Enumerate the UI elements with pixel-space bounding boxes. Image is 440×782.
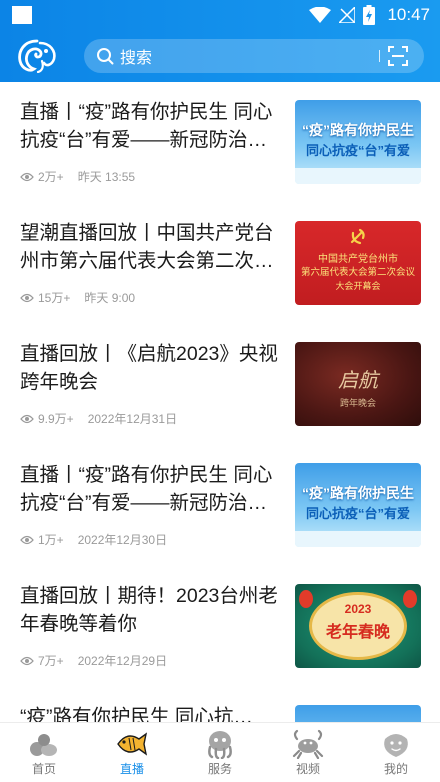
clock: 10:47 — [387, 5, 430, 24]
list-item[interactable]: 直播丨“疫”路有你护民生 同心抗疫“台”有爱——新冠防治融… 1万+ 2022年… — [0, 445, 440, 566]
article-meta: 15万+ 昨天 9:00 — [20, 289, 135, 306]
article-meta: 1万+ 2022年12月30日 — [20, 531, 167, 548]
eye-icon — [20, 656, 34, 665]
view-count: 9.9万+ — [38, 412, 74, 426]
article-thumbnail[interactable]: 2023 老年春晚 — [295, 584, 421, 668]
article-thumbnail[interactable]: 中国共产党台州市 第六届代表大会第二次会议 大会开幕会 — [295, 221, 421, 305]
list-item[interactable]: 直播回放丨《启航2023》央视跨年晚会 9.9万+ 2022年12月31日 启航… — [0, 324, 440, 445]
thumbnail-caption: 中国共产党台州市 — [318, 254, 398, 265]
thumbnail-caption: 2023 — [344, 602, 372, 616]
thumbnail-caption: 第六届代表大会第二次会议 — [300, 267, 415, 278]
scan-icon[interactable] — [388, 46, 408, 66]
thumbnail-caption: 同心抗疫“台”有爱 — [305, 506, 410, 521]
publish-time: 昨天 9:00 — [84, 291, 136, 305]
article-thumbnail[interactable]: 启航 跨年晚会 — [295, 342, 421, 426]
tab-service[interactable]: 服务 — [176, 723, 264, 782]
thumbnail-caption: “疫”路有你护民生 — [302, 122, 414, 138]
view-count: 1万+ — [38, 533, 64, 547]
thumbnail-caption: 启航 — [338, 368, 378, 392]
status-icons: 10:47 — [309, 4, 430, 26]
eye-icon — [20, 535, 34, 544]
tab-home[interactable]: 首页 — [0, 723, 88, 782]
thumbnail-caption: 跨年晚会 — [339, 398, 376, 408]
profile-shell-icon — [384, 734, 408, 757]
article-title: 直播回放丨《启航2023》央视跨年晚会 — [20, 343, 278, 393]
tab-profile[interactable]: 我的 — [352, 723, 440, 782]
battery-charging-icon — [363, 5, 376, 25]
thumbnail-caption: 老年春晚 — [325, 624, 390, 641]
search-bar[interactable]: 搜索 — [84, 39, 424, 73]
eye-icon — [20, 414, 34, 423]
search-divider — [379, 50, 380, 62]
bottom-tab-bar: 首页 直播 服务 视频 我的 — [0, 722, 440, 782]
publish-time: 2022年12月29日 — [77, 654, 168, 668]
list-item[interactable]: 直播回放丨期待！2023台州老年春晚等着你 7万+ 2022年12月29日 20… — [0, 566, 440, 687]
thumbnail-caption: “疫”路有你护民生 — [302, 485, 414, 501]
status-bar: 10:47 — [0, 0, 440, 30]
tab-label: 我的 — [383, 762, 408, 776]
search-icon — [97, 48, 114, 65]
list-item[interactable]: “疫”路有你护民生 同心抗… — [0, 687, 440, 722]
tab-label: 直播 — [119, 762, 144, 776]
list-item[interactable]: 望潮直播回放丨中国共产党台州市第六届代表大会第二次… 15万+ 昨天 9:00 … — [0, 203, 440, 324]
list-item[interactable]: 直播丨“疫”路有你护民生 同心抗疫“台”有爱——新冠防治融… 2万+ 昨天 13… — [0, 82, 440, 203]
article-title: 直播回放丨期待！2023台州老年春晚等着你 — [20, 585, 278, 635]
thumbnail-caption: 同心抗疫“台”有爱 — [305, 143, 410, 158]
view-count: 15万+ — [38, 291, 71, 305]
article-title: 直播丨“疫”路有你护民生 同心抗疫“台”有爱——新冠防治融… — [20, 464, 273, 514]
party-emblem-icon — [350, 228, 365, 245]
article-meta: 2万+ 昨天 13:55 — [20, 168, 135, 185]
wifi-icon — [309, 7, 332, 23]
thumbnail-decoration — [295, 168, 421, 184]
article-title: 望潮直播回放丨中国共产党台州市第六届代表大会第二次… — [20, 222, 274, 272]
publish-time: 2022年12月31日 — [87, 412, 178, 426]
eye-icon — [20, 172, 34, 181]
article-list: 直播丨“疫”路有你护民生 同心抗疫“台”有爱——新冠防治融… 2万+ 昨天 13… — [0, 82, 440, 722]
article-thumbnail[interactable]: “疫”路有你护民生 同心抗疫“台”有爱 — [295, 100, 421, 184]
article-meta: 7万+ 2022年12月29日 — [20, 652, 167, 669]
article-title: 直播丨“疫”路有你护民生 同心抗疫“台”有爱——新冠防治融… — [20, 101, 273, 151]
service-octopus-icon — [208, 731, 232, 759]
publish-time: 昨天 13:55 — [77, 170, 136, 184]
article-title: “疫”路有你护民生 同心抗… — [20, 706, 253, 722]
search-placeholder: 搜索 — [120, 50, 153, 67]
thumbnail-caption: 大会开幕会 — [335, 281, 381, 291]
no-signal-icon — [339, 7, 356, 23]
article-thumbnail[interactable]: “疫”路有你护民生 同心抗疫“台”有爱 — [295, 463, 421, 547]
tab-label: 首页 — [31, 762, 56, 776]
tab-label: 服务 — [207, 762, 232, 776]
app-header: 10:47 搜索 — [0, 0, 440, 82]
tab-live[interactable]: 直播 — [88, 723, 176, 782]
tab-video[interactable]: 视频 — [264, 723, 352, 782]
view-count: 2万+ — [38, 170, 64, 184]
tab-label: 视频 — [295, 762, 320, 776]
view-count: 7万+ — [38, 654, 64, 668]
publish-time: 2022年12月30日 — [77, 533, 168, 547]
article-meta: 9.9万+ 2022年12月31日 — [20, 410, 177, 427]
video-crab-icon — [292, 729, 324, 759]
live-fish-icon — [117, 732, 148, 756]
thumbnail-decoration — [295, 531, 421, 547]
article-thumbnail[interactable] — [295, 705, 421, 722]
notification-icon — [12, 6, 32, 24]
home-icon — [30, 734, 57, 756]
eye-icon — [20, 293, 34, 302]
app-logo-icon[interactable] — [16, 37, 58, 73]
